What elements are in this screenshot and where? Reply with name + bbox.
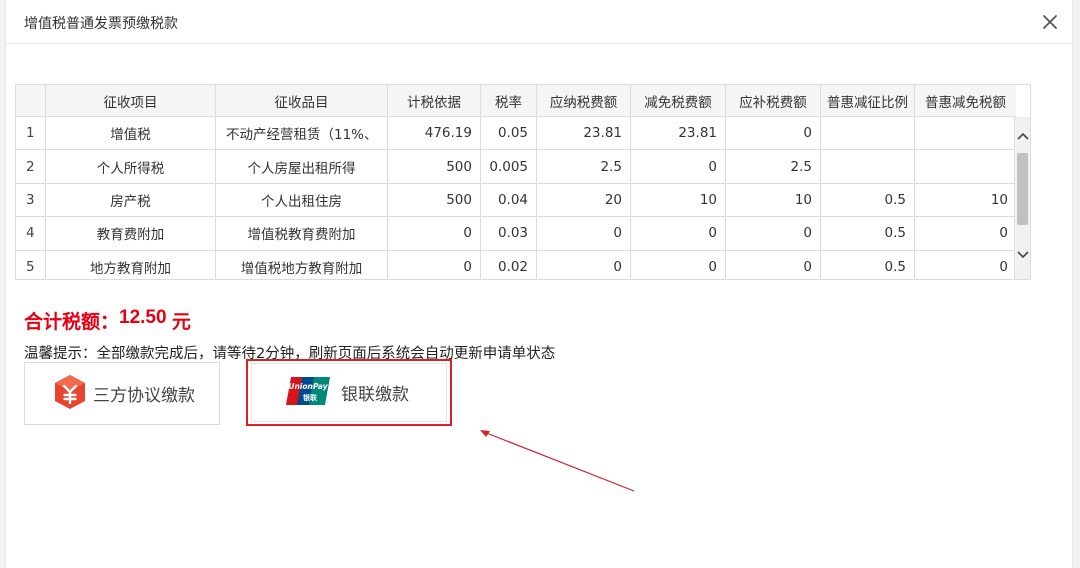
tax-reduction: 23.81: [631, 117, 726, 150]
total-label: 合计税额：: [24, 312, 120, 333]
unionpay-logo-sub: 银联: [303, 393, 318, 402]
dialog-header: 增值税普通发票预缴税款: [6, 0, 1072, 44]
tax-rate: 0.005: [481, 150, 537, 183]
header-tax-basis[interactable]: 计税依据: [388, 85, 481, 116]
chevron-up-icon: [1017, 132, 1029, 140]
tax-due: 0: [726, 217, 821, 250]
row-index: 4: [16, 217, 46, 250]
header-reduction-ratio[interactable]: 普惠减征比例: [821, 85, 915, 116]
tax-rate: 0.03: [481, 217, 537, 250]
header-tax-due[interactable]: 应补税费额: [726, 85, 821, 116]
tax-reduction: 0: [631, 250, 726, 279]
unionpay-pay-button[interactable]: UnionPay 银联 银联缴款: [246, 359, 452, 426]
prepay-tax-dialog: 增值税普通发票预缴税款 征收项目 征收品目 计税依据 税率 应纳税费额 减免税费…: [6, 0, 1072, 568]
tax-payable: 23.81: [537, 117, 631, 150]
table-row[interactable]: 2 个人所得税 个人房屋出租所得 500 0.005 2.5 0 2.5: [16, 150, 1016, 184]
reduction-amount: [915, 150, 1016, 182]
grid-body: 1 增值税 不动产经营租赁（11%、 476.19 0.05 23.81 23.…: [16, 117, 1016, 279]
header-tax-reduction[interactable]: 减免税费额: [631, 85, 726, 116]
header-levy-item[interactable]: 征收项目: [46, 85, 216, 116]
table-row[interactable]: 1 增值税 不动产经营租赁（11%、 476.19 0.05 23.81 23.…: [16, 117, 1016, 151]
unionpay-logo-icon: UnionPay 银联: [285, 376, 331, 410]
tax-basis: 500: [388, 150, 481, 183]
tax-rate: 0.02: [481, 250, 537, 279]
header-tax-rate[interactable]: 税率: [481, 85, 537, 116]
tax-reduction: 0: [631, 217, 726, 250]
tax-payable: 2.5: [537, 150, 631, 183]
grid-header: 征收项目 征收品目 计税依据 税率 应纳税费额 减免税费额 应补税费额 普惠减征…: [16, 85, 1016, 117]
third-party-agreement-pay-button[interactable]: 三方协议缴款: [24, 362, 220, 425]
backdrop-right: [1072, 0, 1080, 568]
close-icon: [1043, 15, 1057, 29]
header-index: [16, 85, 46, 116]
tax-due: 0: [726, 250, 821, 279]
row-index: 5: [16, 250, 46, 279]
reduction-ratio: 0.5: [821, 183, 915, 217]
total-tax: 合计税额： 12.50 元: [24, 307, 191, 334]
reduction-ratio: 0.5: [821, 250, 915, 279]
tax-payable: 0: [537, 217, 631, 250]
third-party-pay-label: 三方协议缴款: [93, 386, 195, 406]
tax-rate: 0.04: [481, 183, 537, 217]
table-row[interactable]: 3 房产税 个人出租住房 500 0.04 20 10 10 0.5 10: [16, 183, 1016, 218]
reduction-ratio: [821, 150, 915, 183]
row-index: 3: [16, 183, 46, 217]
scroll-up-button[interactable]: [1015, 127, 1030, 145]
tax-due: 2.5: [726, 150, 821, 183]
header-reduction-amount[interactable]: 普惠减免税额: [915, 85, 1016, 116]
levy-category: 增值税地方教育附加: [216, 250, 388, 279]
table-row[interactable]: 4 教育费附加 增值税教育费附加 0 0.03 0 0 0 0.5 0: [16, 217, 1016, 251]
unionpay-logo-text: UnionPay: [288, 382, 328, 391]
tax-basis: 0: [388, 217, 481, 250]
levy-category: 个人出租住房: [216, 183, 388, 217]
levy-category: 不动产经营租赁（11%、: [216, 117, 388, 150]
reduction-amount: 0: [999, 258, 1008, 275]
reduction-ratio: 0.5: [821, 217, 915, 250]
scroll-down-button[interactable]: [1015, 246, 1030, 264]
levy-item: 地方教育附加: [46, 250, 216, 279]
chevron-down-icon: [1017, 251, 1029, 259]
levy-item: 房产税: [46, 183, 216, 217]
close-button[interactable]: [1040, 12, 1060, 32]
levy-category: 增值税教育费附加: [216, 217, 388, 250]
tax-reduction: 10: [631, 183, 726, 217]
tax-rate: 0.05: [481, 117, 537, 150]
row-index: 1: [16, 117, 46, 150]
total-value: 12.50: [119, 307, 167, 328]
reduction-amount: [915, 117, 1016, 149]
header-tax-payable[interactable]: 应纳税费额: [537, 85, 631, 116]
unionpay-pay-label: 银联缴款: [341, 385, 409, 405]
tax-reduction: 0: [631, 150, 726, 183]
tax-payable: 20: [537, 183, 631, 217]
tax-basis: 476.19: [388, 117, 481, 150]
total-unit: 元: [166, 312, 191, 333]
tax-payable: 0: [537, 250, 631, 279]
grid-scrollbar[interactable]: [1014, 117, 1030, 279]
dialog-title: 增值税普通发票预缴税款: [24, 16, 178, 32]
header-levy-category[interactable]: 征收品目: [216, 85, 388, 116]
row-index: 2: [16, 150, 46, 183]
reduction-amount: 10: [990, 191, 1008, 208]
levy-item: 增值税: [46, 117, 216, 150]
tax-basis: 500: [388, 183, 481, 217]
scroll-thumb[interactable]: [1017, 153, 1028, 225]
tax-basis: 0: [388, 250, 481, 279]
levy-item: 教育费附加: [46, 217, 216, 250]
tax-cube-icon: [53, 374, 87, 414]
tax-due: 10: [726, 183, 821, 217]
levy-category: 个人房屋出租所得: [216, 150, 388, 183]
reduction-ratio: [821, 117, 915, 150]
tax-grid: 征收项目 征收品目 计税依据 税率 应纳税费额 减免税费额 应补税费额 普惠减征…: [15, 84, 1031, 280]
levy-item: 个人所得税: [46, 150, 216, 183]
annotation-arrow: [480, 430, 635, 492]
table-row[interactable]: 5 地方教育附加 增值税地方教育附加 0 0.02 0 0 0 0.5 0: [16, 250, 1016, 279]
tax-due: 0: [726, 117, 821, 150]
reduction-amount: 0: [999, 225, 1008, 242]
